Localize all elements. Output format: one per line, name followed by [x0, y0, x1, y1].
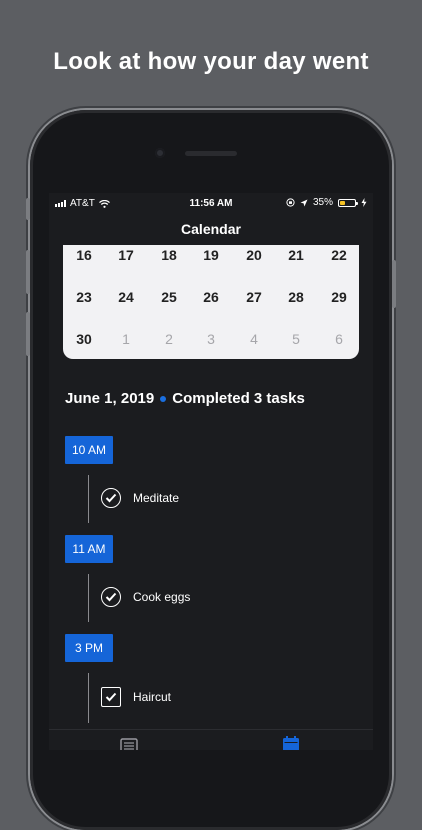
calendar-day[interactable]: 24 [111, 289, 141, 305]
task-label: Meditate [133, 491, 180, 505]
calendar-day[interactable]: 23 [69, 289, 99, 305]
time-tag: 11 AM [65, 535, 113, 563]
volume-up-button [26, 250, 30, 294]
calendar-icon[interactable] [282, 736, 300, 750]
check-square-icon[interactable] [101, 687, 121, 707]
calendar-day[interactable]: 29 [324, 289, 354, 305]
status-bar: AT&T 11:56 AM 35% [49, 193, 373, 213]
timeline-line [88, 475, 89, 523]
calendar-day[interactable]: 4 [239, 331, 269, 347]
accent-dot [160, 395, 167, 402]
power-button [392, 260, 396, 308]
day-summary: June 1, 2019 Completed 3 tasks [65, 390, 305, 407]
calendar-week-row: 30 1 2 3 4 5 6 [63, 331, 359, 351]
calendar-day[interactable]: 16 [69, 247, 99, 263]
calendar-day[interactable]: 22 [324, 247, 354, 263]
calendar-week-row: 16 17 18 19 20 21 22 [63, 247, 359, 267]
app-screen: AT&T 11:56 AM 35% Calendar 16 17 18 19 2… [49, 193, 373, 750]
time-tag: 3 PM [65, 634, 113, 662]
calendar-grid: 16 17 18 19 20 21 22 23 24 25 26 27 28 29 30 1 2 3 4 5 6 [63, 245, 359, 359]
timeline-line [88, 574, 89, 622]
completed-count: Completed 3 tasks [172, 390, 305, 407]
timeline-line [88, 673, 89, 723]
battery-icon [338, 198, 358, 207]
selected-date: June 1, 2019 [65, 390, 155, 407]
calendar-day[interactable]: 1 [111, 331, 141, 347]
check-circle-icon[interactable] [101, 488, 121, 508]
calendar-day[interactable]: 5 [281, 331, 311, 347]
calendar-week-row: 23 24 25 26 27 28 29 [63, 289, 359, 309]
task-item[interactable]: Cook eggs [101, 587, 190, 607]
calendar-day[interactable]: 18 [154, 247, 184, 263]
task-item[interactable]: Meditate [101, 488, 179, 508]
volume-down-button [26, 312, 30, 356]
tab-bar [49, 729, 373, 750]
calendar-day[interactable]: 19 [196, 247, 226, 263]
page-title: Calendar [181, 221, 241, 237]
orientation-lock-icon [286, 198, 295, 207]
calendar-day[interactable]: 17 [111, 247, 141, 263]
list-icon[interactable] [120, 738, 138, 750]
headline: Look at how your day went [53, 48, 369, 75]
earpiece-speaker [185, 151, 237, 156]
front-camera [155, 148, 165, 158]
battery-percent: 35% [312, 197, 333, 208]
calendar-day[interactable]: 2 [154, 331, 184, 347]
task-label: Haircut [133, 690, 172, 704]
calendar-day[interactable]: 27 [239, 289, 269, 305]
calendar-day[interactable]: 20 [239, 247, 269, 263]
time-tag: 10 AM [65, 436, 113, 464]
calendar-day[interactable]: 26 [196, 289, 226, 305]
task-label: Cook eggs [133, 590, 191, 604]
mute-switch [26, 198, 30, 220]
calendar-day[interactable]: 6 [324, 331, 354, 347]
check-circle-icon[interactable] [101, 587, 121, 607]
calendar-day[interactable]: 30 [69, 331, 99, 347]
charging-icon [361, 198, 367, 207]
calendar-day[interactable]: 21 [281, 247, 311, 263]
location-icon [300, 199, 308, 206]
calendar-day[interactable]: 3 [196, 331, 226, 347]
task-item[interactable]: Haircut [101, 687, 171, 707]
calendar-day[interactable]: 25 [154, 289, 184, 305]
calendar-day[interactable]: 28 [281, 289, 311, 305]
